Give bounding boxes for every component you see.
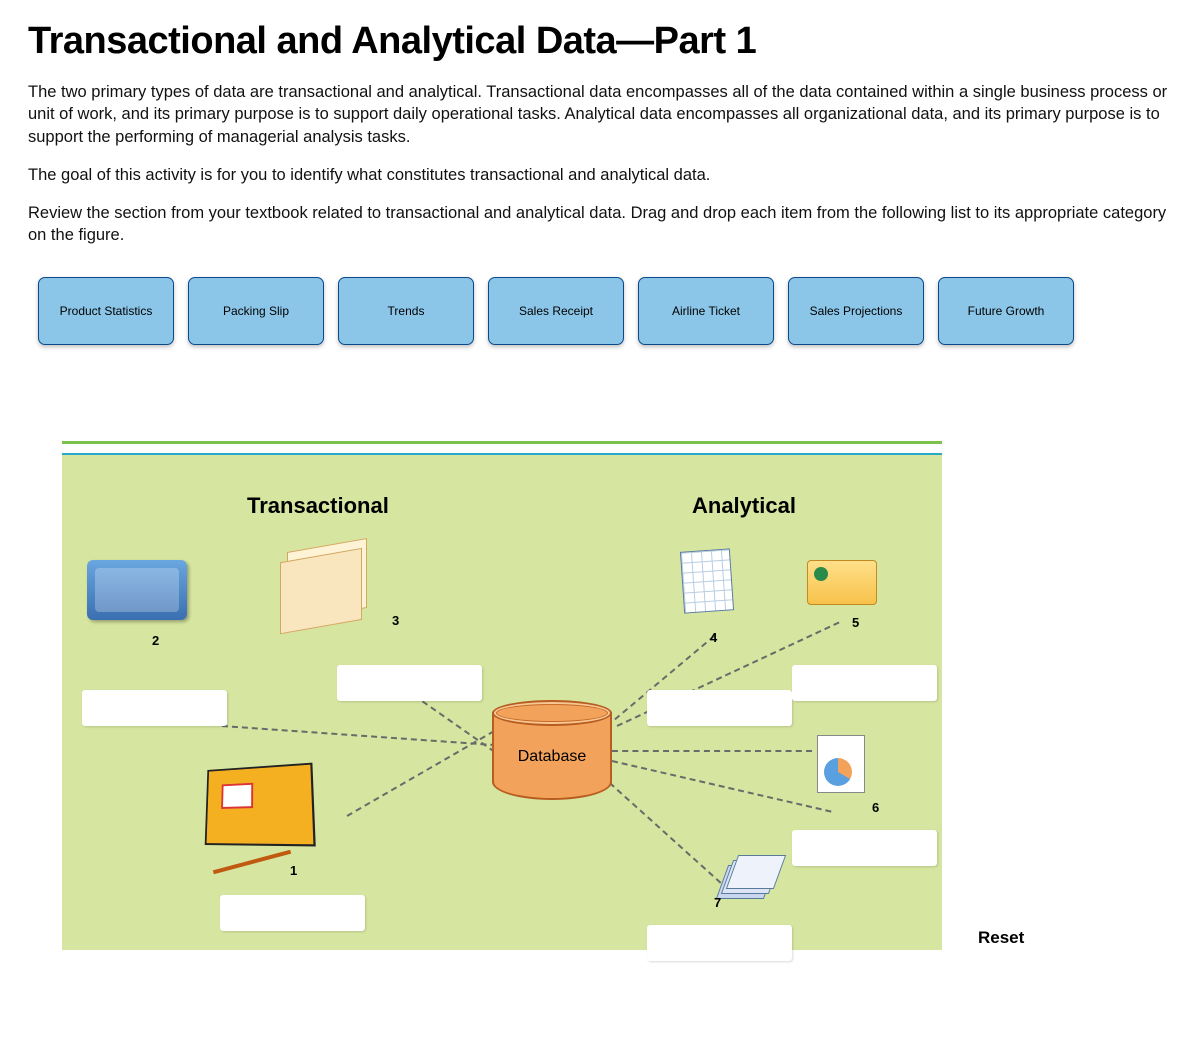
- drag-item-sales-receipt[interactable]: Sales Receipt: [488, 277, 624, 345]
- category-label-transactional: Transactional: [247, 493, 389, 519]
- drop-number-4: 4: [710, 630, 717, 645]
- drop-target-2[interactable]: [82, 690, 227, 726]
- drop-number-5: 5: [852, 615, 859, 630]
- database-label: Database: [492, 748, 612, 766]
- paper-stack-icon: [722, 855, 778, 895]
- drop-number-2: 2: [152, 633, 159, 648]
- packing-box-icon: [205, 762, 316, 846]
- connector-line: [601, 775, 729, 890]
- intro-paragraph-3: Review the section from your textbook re…: [28, 202, 1172, 247]
- category-label-analytical: Analytical: [692, 493, 796, 519]
- reset-button[interactable]: Reset: [978, 928, 1024, 948]
- drag-item-future-growth[interactable]: Future Growth: [938, 277, 1074, 345]
- spreadsheet-icon: [680, 548, 734, 613]
- connector-line: [222, 725, 496, 746]
- dashboard-card-icon: [807, 560, 877, 605]
- drag-item-trends[interactable]: Trends: [338, 277, 474, 345]
- pen-icon: [213, 849, 291, 874]
- drop-target-1[interactable]: [220, 895, 365, 931]
- drag-item-sales-projections[interactable]: Sales Projections: [788, 277, 924, 345]
- drag-item-airline-ticket[interactable]: Airline Ticket: [638, 277, 774, 345]
- drop-number-3: 3: [392, 613, 399, 628]
- connector-line: [612, 750, 812, 752]
- drop-target-4[interactable]: [647, 690, 792, 726]
- connector-line: [612, 760, 832, 813]
- sales-receipt-icon: [287, 538, 367, 622]
- drop-number-1: 1: [290, 863, 297, 878]
- intro-paragraph-1: The two primary types of data are transa…: [28, 81, 1172, 148]
- drop-target-7[interactable]: [647, 925, 792, 961]
- drop-number-7: 7: [714, 895, 721, 910]
- pie-report-icon: [817, 735, 865, 793]
- diagram: Transactional Analytical Database: [62, 450, 942, 950]
- drop-target-3[interactable]: [337, 665, 482, 701]
- drag-item-packing-slip[interactable]: Packing Slip: [188, 277, 324, 345]
- database-icon: Database: [492, 700, 612, 805]
- drop-number-6: 6: [872, 800, 879, 815]
- intro-paragraph-2: The goal of this activity is for you to …: [28, 164, 1172, 186]
- drag-item-product-statistics[interactable]: Product Statistics: [38, 277, 174, 345]
- airline-ticket-icon: [87, 560, 187, 620]
- drop-target-5[interactable]: [792, 665, 937, 701]
- drop-target-6[interactable]: [792, 830, 937, 866]
- intro-text: The two primary types of data are transa…: [28, 81, 1172, 247]
- drag-source-row: Product Statistics Packing Slip Trends S…: [38, 277, 1172, 345]
- page-title: Transactional and Analytical Data—Part 1: [28, 20, 1172, 63]
- figure-container: Transactional Analytical Database: [28, 450, 1172, 950]
